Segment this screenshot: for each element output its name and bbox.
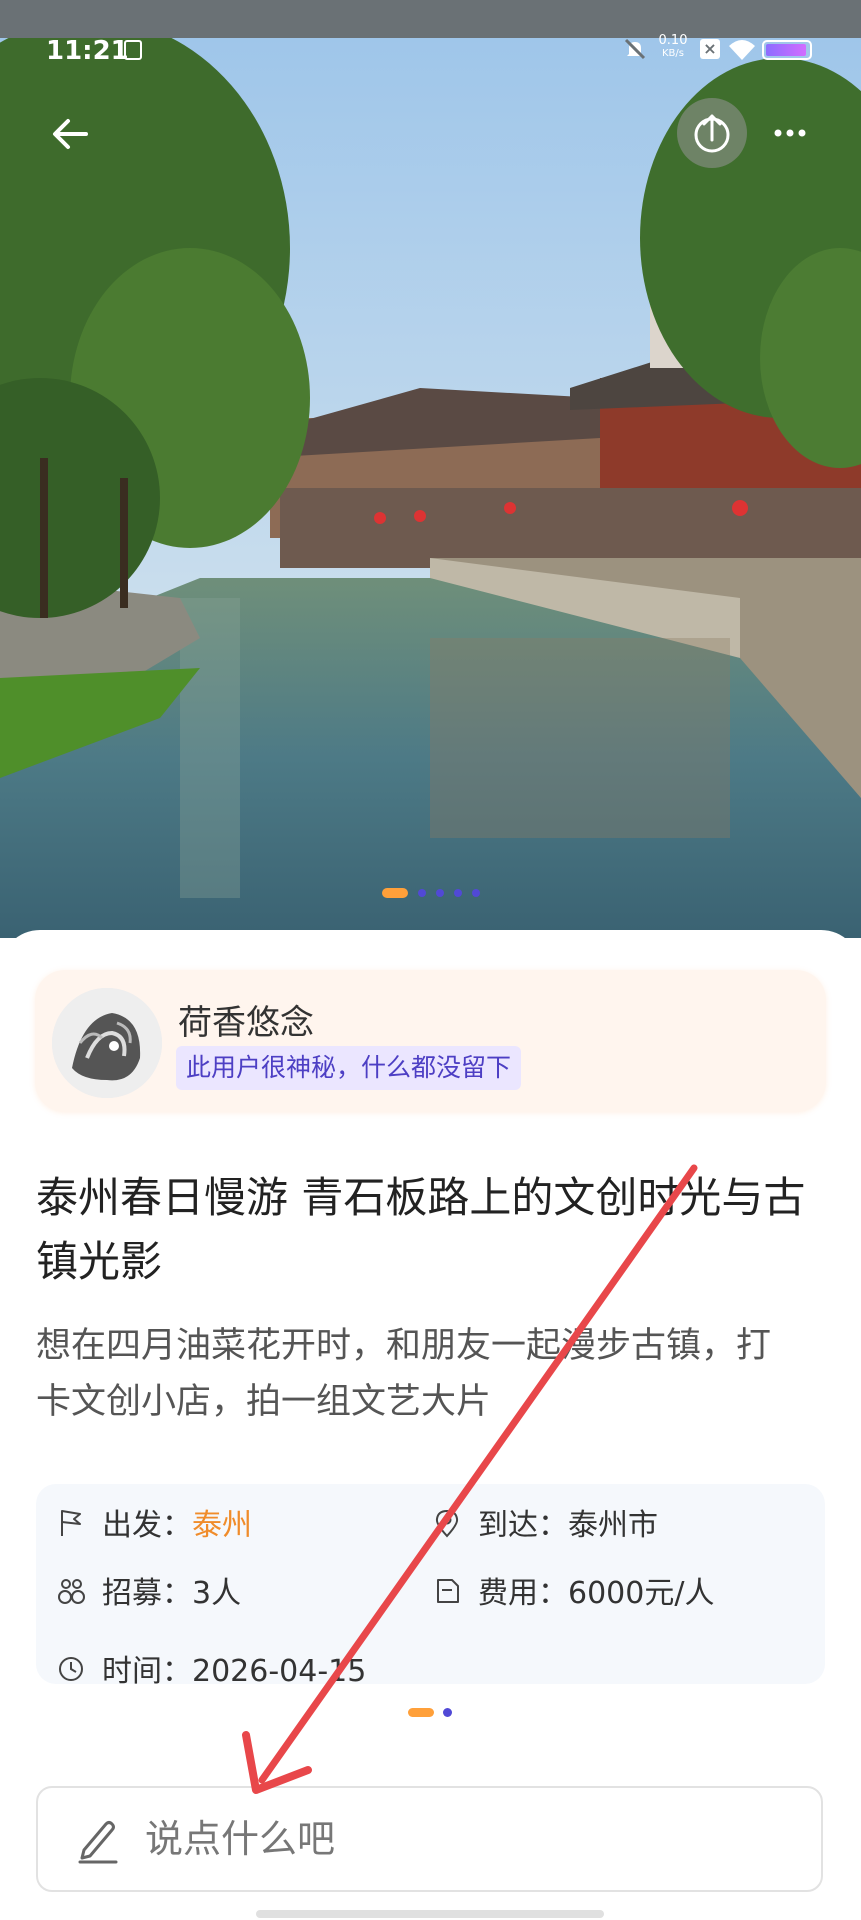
- time-value: 2026-04-15: [192, 1654, 367, 1684]
- clock-icon: [59, 1657, 83, 1681]
- speed-unit: KB/s: [662, 48, 684, 59]
- flag-icon: [61, 1510, 81, 1536]
- speed-value: 0.10: [658, 33, 688, 48]
- close-box-icon: ×: [700, 39, 720, 59]
- status-bar-background: [0, 0, 861, 38]
- hero-image-carousel[interactable]: [0, 38, 861, 938]
- cost-value: 6000元/人: [568, 1576, 715, 1611]
- departure-label: 出发：: [102, 1508, 192, 1543]
- cost-label: 费用：: [478, 1576, 568, 1611]
- notification-note-icon: [124, 40, 142, 60]
- status-bar: 11:21 0.10 KB/s ×: [0, 34, 861, 66]
- location-pin-icon: [435, 1509, 459, 1538]
- trip-info-card[interactable]: 出发：泰州 到达：泰州市 招募：3人 费用：6000元/人 时间：2026-04…: [36, 1484, 825, 1684]
- arrival-value: 泰州市: [568, 1508, 658, 1543]
- home-indicator: [256, 1910, 604, 1918]
- avatar-image: [52, 988, 162, 1098]
- time-label: 时间：: [102, 1654, 192, 1684]
- share-upload-icon: [694, 114, 730, 153]
- hero-photo: [0, 38, 861, 938]
- recruit-value: 3人: [192, 1576, 242, 1611]
- author-bio-badge: 此用户很神秘，什么都没留下: [176, 1046, 522, 1090]
- group-people-icon: [58, 1579, 85, 1604]
- carousel-dot: [418, 889, 426, 897]
- network-speed: 0.10 KB/s: [655, 34, 691, 60]
- wallet-icon: [437, 1579, 459, 1603]
- arrival-label: 到达：: [478, 1508, 568, 1543]
- wifi-icon: [729, 40, 755, 60]
- departure-value: 泰州: [192, 1508, 252, 1543]
- comment-placeholder[interactable]: 说点什么吧: [145, 1814, 335, 1864]
- author-name[interactable]: 荷香悠念: [178, 995, 314, 1044]
- status-time: 11:21: [46, 36, 129, 66]
- post-description: 想在四月油菜花开时，和朋友一起漫步古镇，打卡文创小店，拍一组文艺大片: [36, 1326, 772, 1422]
- avatar[interactable]: [52, 988, 162, 1098]
- info-pager-dot: [443, 1708, 452, 1717]
- battery-icon: [762, 40, 812, 60]
- carousel-dot: [472, 889, 480, 897]
- info-pager-dot-active: [408, 1708, 434, 1717]
- share-button[interactable]: [677, 98, 747, 168]
- carousel-dot-active: [382, 888, 408, 898]
- mute-bell-icon: [624, 38, 646, 60]
- post-title: 泰州春日慢游 青石板路上的文创时光与古镇光影: [36, 1173, 806, 1286]
- recruit-label: 招募：: [102, 1576, 192, 1611]
- carousel-dot: [454, 889, 462, 897]
- carousel-dot: [436, 889, 444, 897]
- arrow-left-icon[interactable]: [46, 110, 94, 158]
- pencil-icon: [78, 1821, 118, 1864]
- more-dots-icon[interactable]: [765, 113, 815, 153]
